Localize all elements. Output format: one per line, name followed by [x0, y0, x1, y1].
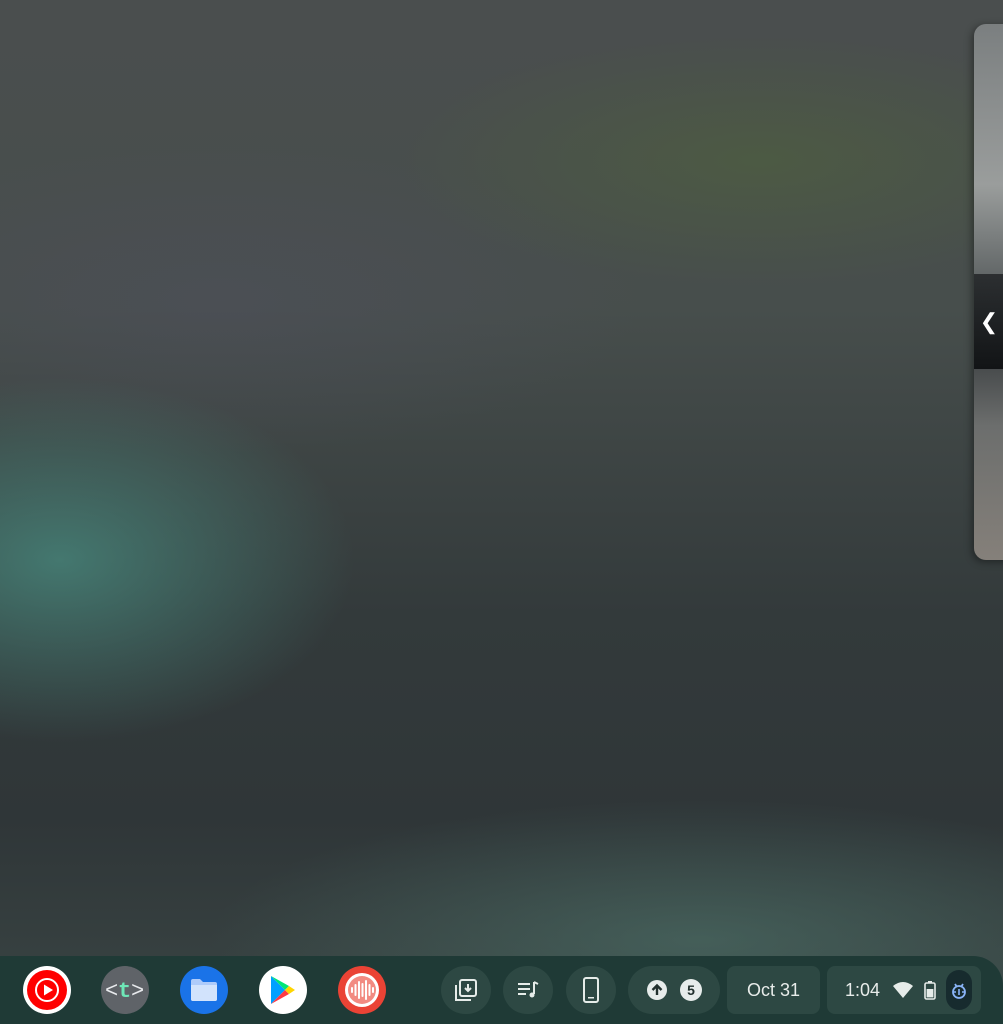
battery-icon — [924, 981, 936, 1000]
date-tray[interactable]: Oct 31 — [727, 966, 820, 1014]
chevron-left-icon[interactable]: ❮ — [974, 304, 1003, 340]
svg-text:<: < — [105, 979, 118, 1004]
terminal-glyph: < t > — [105, 979, 144, 1004]
date-label: Oct 31 — [746, 979, 801, 1000]
files-icon[interactable] — [180, 966, 228, 1014]
files-glyph — [191, 979, 217, 1001]
recorder-glyph — [345, 973, 379, 1007]
svg-text:t: t — [118, 979, 131, 1004]
youtube-music-glyph — [27, 970, 67, 1010]
notification-count-badge: 5 — [680, 979, 702, 1001]
recorder-icon[interactable] — [338, 966, 386, 1014]
play-store-glyph — [271, 976, 295, 1004]
phone-hub-glyph — [583, 977, 599, 1003]
holding-space-glyph — [455, 979, 477, 1001]
terminal-icon[interactable]: < t > — [101, 966, 149, 1014]
time-label: 1:04 — [845, 979, 881, 1000]
picture-in-picture-window[interactable]: ❮ — [974, 24, 1003, 560]
holding-space-icon[interactable] — [441, 966, 491, 1014]
status-tray[interactable]: 1:04 — [827, 966, 981, 1014]
svg-text:>: > — [131, 979, 144, 1004]
wifi-icon — [893, 982, 914, 998]
shelf: < t > 5 Oct 31 1:04 — [0, 956, 1003, 1024]
upload-icon — [647, 980, 667, 1000]
pip-collapse-glyph: ❮ — [979, 309, 999, 334]
phone-hub-icon[interactable] — [566, 966, 616, 1014]
bug-icon[interactable] — [946, 970, 973, 1010]
media-playlist-icon[interactable] — [503, 966, 553, 1014]
play-store-icon[interactable] — [259, 966, 307, 1014]
youtube-music-icon[interactable] — [23, 966, 71, 1014]
media-playlist-glyph — [518, 981, 539, 998]
desktop-wallpaper: ❮ < t > 5 Oct 31 1:04 — [0, 0, 1003, 1024]
bug-glyph — [952, 983, 966, 999]
notification-pod[interactable]: 5 — [628, 966, 720, 1014]
